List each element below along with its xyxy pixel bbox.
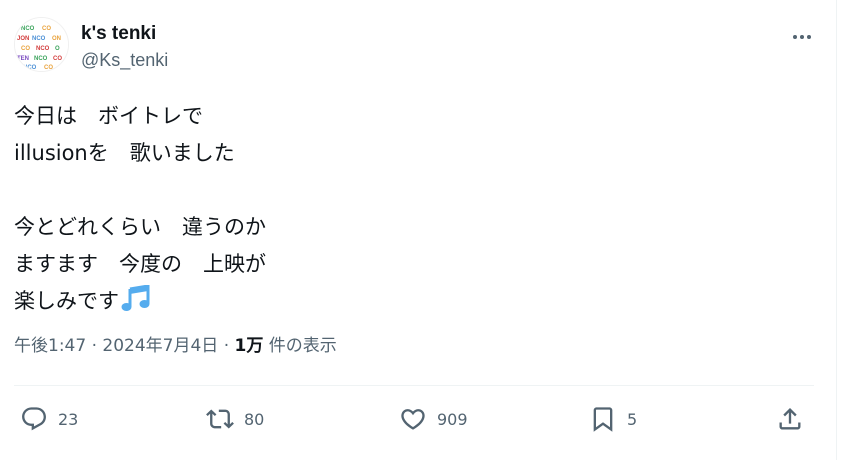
- svg-text:CO: CO: [21, 46, 30, 52]
- svg-text:NCO: NCO: [34, 56, 48, 62]
- avatar[interactable]: NCO CO JON NCO ON CO NCO O TEN NCO CO NC…: [14, 17, 69, 72]
- colorful-pattern-avatar-icon: NCO CO JON NCO ON CO NCO O TEN NCO CO NC…: [15, 18, 68, 71]
- post-text: 今日は ボイトレで illusionを 歌いました 今とどれくらい 違うのか ま…: [14, 98, 804, 320]
- post-line: ますます 今度の 上映が: [14, 252, 266, 276]
- reply-icon: [22, 407, 46, 431]
- more-dot-icon: [800, 35, 804, 39]
- post-line-text: 楽しみです: [14, 289, 119, 313]
- repost-icon: [206, 409, 234, 429]
- like-count: 909: [437, 409, 468, 429]
- post-line: illusionを 歌いました: [14, 141, 235, 165]
- author-names: k's tenki @Ks_tenki: [81, 21, 168, 72]
- svg-text:ON: ON: [52, 36, 61, 42]
- views-count[interactable]: 1万: [235, 336, 264, 356]
- svg-text:NCO: NCO: [32, 36, 46, 42]
- more-options-button[interactable]: [786, 25, 818, 49]
- post-time[interactable]: 午後1:47: [14, 336, 86, 356]
- action-bar: 23 80 909 5: [14, 399, 814, 439]
- like-button[interactable]: 909: [399, 399, 468, 439]
- post-meta: 午後1:47 · 2024年7月4日 · 1万 件の表示: [14, 332, 337, 360]
- bookmark-button[interactable]: 5: [589, 399, 637, 439]
- meta-separator: ·: [223, 336, 230, 356]
- svg-text:NCO: NCO: [23, 65, 37, 71]
- more-dot-icon: [807, 35, 811, 39]
- share-icon: [779, 408, 801, 430]
- divider: [14, 385, 814, 386]
- post-line: 今日は ボイトレで: [14, 104, 203, 128]
- more-dot-icon: [793, 35, 797, 39]
- post-header: NCO CO JON NCO ON CO NCO O TEN NCO CO NC…: [14, 17, 814, 81]
- post-line: 今とどれくらい 違うのか: [14, 215, 266, 239]
- reply-count: 23: [58, 409, 79, 429]
- svg-text:NCO: NCO: [21, 26, 35, 32]
- svg-text:NCO: NCO: [36, 46, 50, 52]
- post-line-blank: [14, 172, 804, 209]
- views-label: 件の表示: [268, 336, 337, 356]
- musical-notes-icon: [121, 284, 151, 325]
- user-handle[interactable]: @Ks_tenki: [81, 48, 168, 72]
- repost-button[interactable]: 80: [206, 399, 264, 439]
- share-button[interactable]: [776, 399, 804, 439]
- post-date[interactable]: 2024年7月4日: [102, 336, 218, 356]
- svg-text:TEN: TEN: [17, 56, 29, 62]
- column-border: [836, 0, 837, 460]
- reply-button[interactable]: 23: [20, 399, 78, 439]
- svg-text:CO: CO: [42, 26, 51, 32]
- svg-text:CO: CO: [44, 65, 53, 71]
- heart-icon: [401, 409, 425, 430]
- bookmark-icon: [593, 407, 613, 432]
- svg-text:O: O: [55, 46, 60, 52]
- post-line-last: 楽しみです: [14, 283, 804, 320]
- bookmark-count: 5: [627, 409, 638, 429]
- repost-count: 80: [244, 409, 265, 429]
- display-name[interactable]: k's tenki: [81, 21, 168, 47]
- svg-text:CO: CO: [53, 56, 62, 62]
- svg-text:JON: JON: [17, 36, 29, 42]
- meta-separator: ·: [91, 336, 97, 356]
